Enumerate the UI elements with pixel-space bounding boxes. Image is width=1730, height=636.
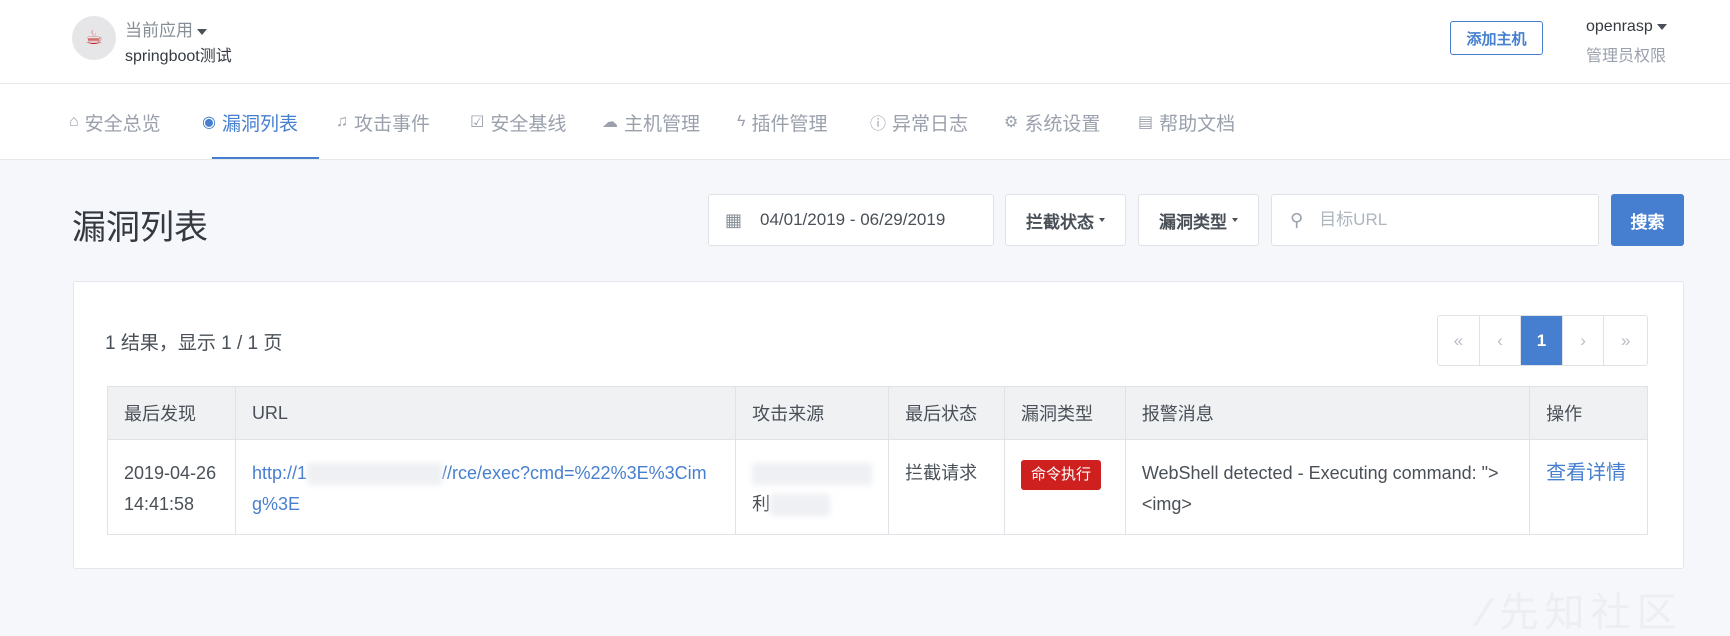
user-role: 管理员权限 [1586, 48, 1667, 65]
nav-label: 漏洞列表 [221, 113, 298, 135]
cell-actions: 查看详情 [1529, 439, 1648, 535]
app-name: springboot测试 [125, 48, 232, 65]
alert-circle-icon: ⓘ [870, 116, 887, 133]
cell-last-status: 拦截请求 [888, 439, 1005, 535]
add-host-button[interactable]: 添加主机 [1450, 21, 1543, 55]
current-page-button[interactable]: 1 [1521, 316, 1563, 365]
nav-label: 插件管理 [751, 113, 828, 135]
dropdown-label: 拦截状态 [1026, 212, 1094, 232]
redacted-location [770, 494, 831, 517]
cloud-icon: ☁ [602, 114, 618, 131]
nav-label: 安全基线 [490, 113, 567, 135]
vuln-type-badge: 命令执行 [1020, 460, 1101, 490]
active-tab-indicator [212, 157, 319, 159]
bolt-icon: ϟ [737, 113, 746, 130]
app-avatar-java-icon[interactable]: ☕ [72, 16, 116, 60]
cell-last-seen: 2019-04-26 14:41:58 [107, 439, 236, 535]
col-attack-source: 攻击来源 [735, 386, 890, 440]
caret-down-icon [1099, 218, 1105, 222]
nav-item-plugins[interactable]: ϟ 插件管理 [737, 84, 827, 160]
nav-item-hosts[interactable]: ☁ 主机管理 [602, 84, 700, 160]
checkbox-icon: ☑ [470, 114, 485, 131]
search-icon: ⚲ [1290, 209, 1304, 230]
date-range-picker[interactable]: ▦ 04/01/2019 - 06/29/2019 [708, 194, 994, 246]
date-range-value: 04/01/2019 - 06/29/2019 [760, 210, 946, 229]
table-row: 2019-04-26 14:41:58 http://1//rce/exec?c… [107, 439, 1648, 535]
nav-item-error-logs[interactable]: ⓘ 异常日志 [870, 84, 968, 160]
vulnerability-table: 最后发现 URL 攻击来源 最后状态 漏洞类型 报警消息 操作 2019-04-… [107, 386, 1648, 535]
nav-label: 主机管理 [624, 113, 701, 135]
app-label: 当前应用 [125, 21, 193, 40]
col-vuln-type: 漏洞类型 [1003, 386, 1126, 440]
nav-item-vulnerabilities[interactable]: ◉ 漏洞列表 [202, 84, 298, 160]
nav-item-overview[interactable]: ⌂ 安全总览 [69, 84, 161, 160]
view-details-link[interactable]: 查看详情 [1546, 462, 1626, 484]
first-page-button[interactable]: « [1438, 316, 1480, 365]
col-last-seen: 最后发现 [107, 386, 236, 440]
url-prefix: http://1 [251, 463, 307, 483]
coffee-cup-icon: ☕ [85, 27, 103, 49]
target-url-search[interactable]: ⚲ [1271, 194, 1599, 246]
pagination: « ‹ 1 › » [1437, 315, 1648, 366]
nav-label: 异常日志 [892, 113, 969, 135]
cell-alert-message: WebShell detected - Executing command: "… [1124, 439, 1531, 535]
nav-item-baseline[interactable]: ☑ 安全基线 [470, 84, 566, 160]
prev-page-button[interactable]: ‹ [1480, 316, 1522, 365]
next-page-button[interactable]: › [1563, 316, 1605, 365]
vuln-url-link[interactable]: http://1//rce/exec?cmd=%22%3E%3Cimg%3E [252, 463, 707, 514]
nav-item-help-docs[interactable]: ▤ 帮助文档 [1138, 84, 1235, 160]
watermark-logo-icon: ⁄ [1480, 591, 1493, 635]
app-switcher[interactable]: 当前应用 [125, 16, 207, 41]
last-page-button[interactable]: » [1604, 316, 1647, 365]
eye-icon: ◉ [202, 114, 216, 131]
block-status-dropdown[interactable]: 拦截状态 [1005, 194, 1126, 246]
col-alert-message: 报警消息 [1124, 386, 1531, 440]
search-button[interactable]: 搜索 [1611, 194, 1684, 246]
nav-item-attack-events[interactable]: ♫ 攻击事件 [336, 84, 430, 160]
cell-attack-source: 利 [735, 439, 890, 535]
caret-down-icon [197, 28, 207, 35]
redacted-ip [752, 463, 873, 486]
gear-icon: ⚙ [1004, 114, 1019, 131]
nav-label: 安全总览 [84, 113, 161, 135]
dropdown-label: 漏洞类型 [1159, 212, 1227, 232]
watermark: ⁄ 先知社区 [1480, 580, 1683, 636]
table-header-row: 最后发现 URL 攻击来源 最后状态 漏洞类型 报警消息 操作 [107, 386, 1648, 440]
target-url-input[interactable] [1319, 210, 1560, 230]
redacted-host [306, 463, 442, 486]
user-name: openrasp [1586, 18, 1653, 35]
source-location: 利 [752, 494, 771, 514]
col-url: URL [234, 386, 737, 440]
nav-item-settings[interactable]: ⚙ 系统设置 [1004, 84, 1100, 160]
main-nav: ⌂ 安全总览 ◉ 漏洞列表 ♫ 攻击事件 ☑ 安全基线 ☁ 主机管理 ϟ 插件管理 ⓘ 异常日… [0, 84, 1730, 160]
vuln-type-dropdown[interactable]: 漏洞类型 [1138, 194, 1259, 246]
bell-icon: ♫ [336, 113, 348, 130]
calendar-icon: ▦ [725, 209, 743, 230]
col-last-status: 最后状态 [888, 386, 1005, 440]
nav-label: 帮助文档 [1159, 113, 1236, 135]
result-summary: 1 结果，显示 1 / 1 页 [105, 333, 283, 354]
file-icon: ▤ [1138, 114, 1154, 131]
cell-url: http://1//rce/exec?cmd=%22%3E%3Cimg%3E [234, 439, 737, 535]
cell-vuln-type: 命令执行 [1003, 439, 1126, 535]
page-title: 漏洞列表 [72, 209, 208, 247]
top-header: ☕ 当前应用 springboot测试 添加主机 openrasp 管理员权限 [0, 0, 1730, 84]
user-menu[interactable]: openrasp [1586, 18, 1667, 36]
home-icon: ⌂ [69, 113, 79, 130]
last-seen-time: 14:41:58 [124, 494, 195, 514]
nav-label: 系统设置 [1024, 113, 1101, 135]
caret-down-icon [1232, 218, 1238, 222]
caret-down-icon [1656, 23, 1667, 30]
watermark-text: 先知社区 [1498, 591, 1683, 635]
col-actions: 操作 [1529, 386, 1648, 440]
nav-label: 攻击事件 [354, 113, 431, 135]
last-seen-date: 2019-04-26 [124, 463, 217, 483]
